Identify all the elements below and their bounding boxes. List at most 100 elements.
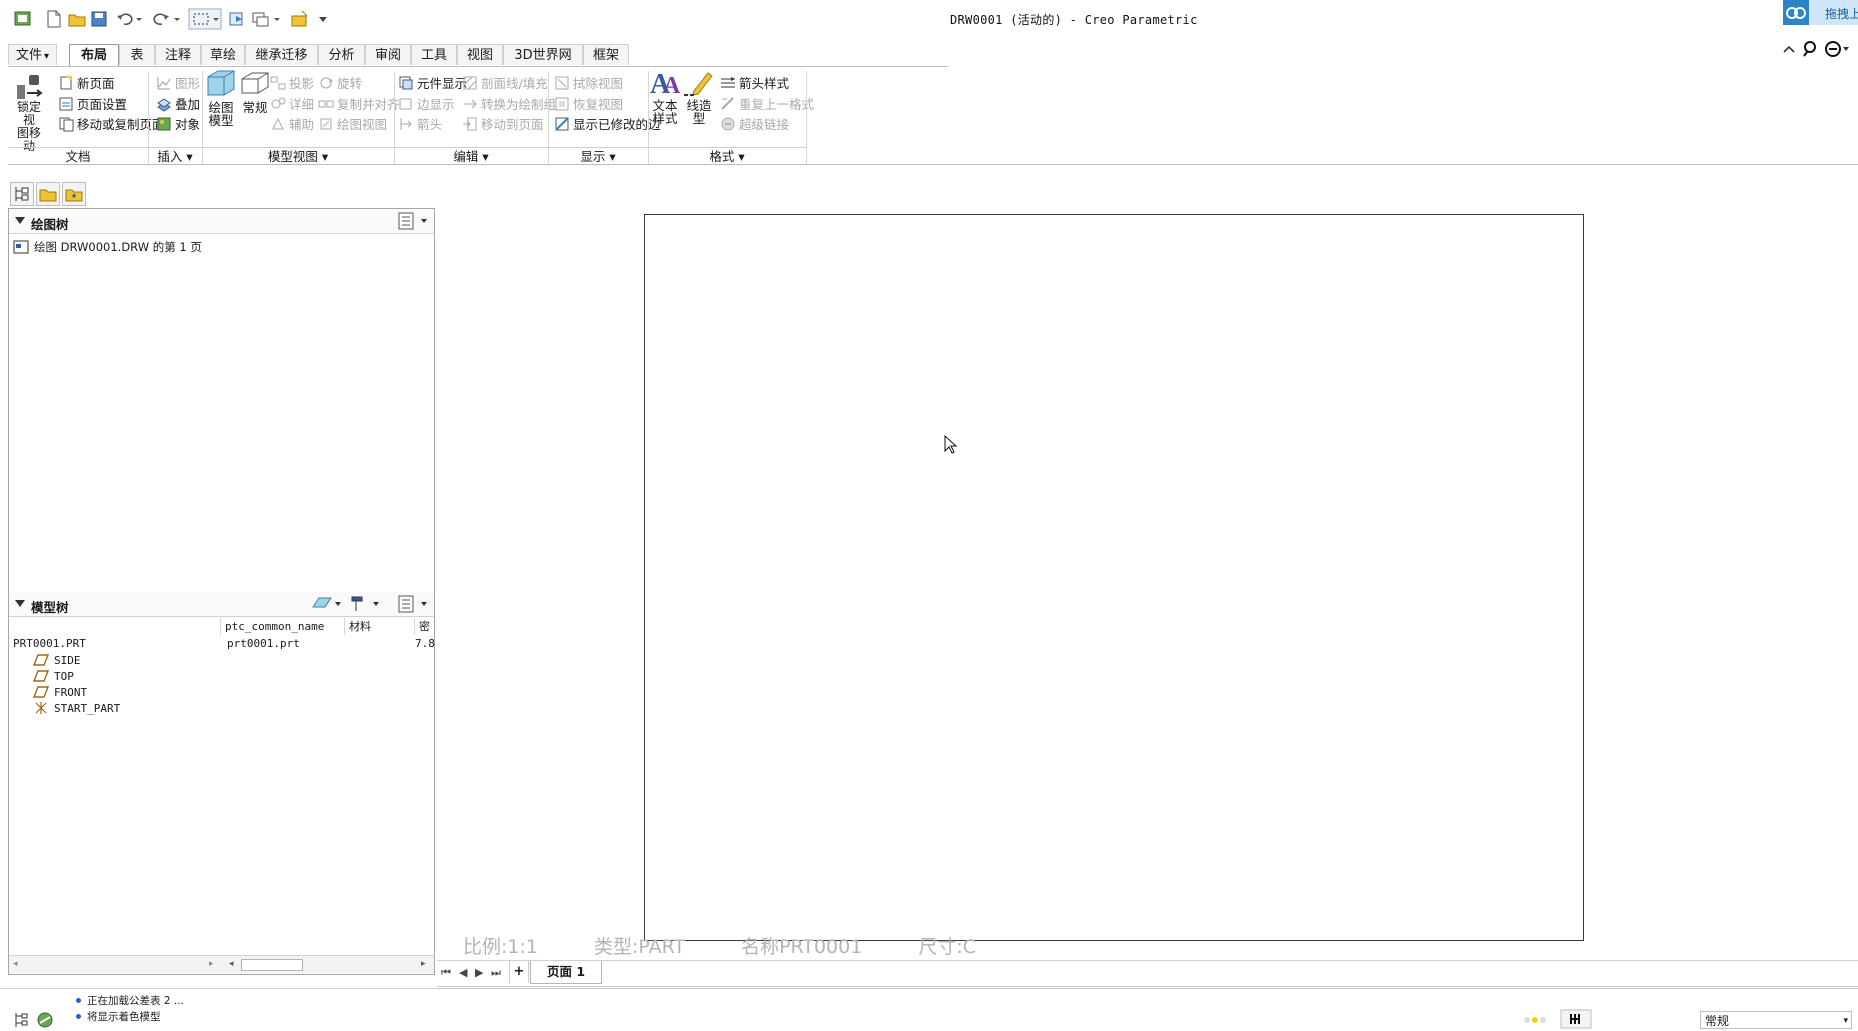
- add-page-button[interactable]: +: [509, 961, 529, 983]
- tab-annotate[interactable]: 注释: [155, 44, 201, 65]
- tab-favorites[interactable]: [62, 182, 86, 206]
- drawing-tree-item[interactable]: 绘图 DRW0001.DRW 的第 1 页: [13, 239, 202, 255]
- selection-filter-dropdown[interactable]: 常规 ▾: [1700, 1011, 1852, 1029]
- tree-settings-icon[interactable]: [397, 595, 431, 613]
- scroll-right-icon[interactable]: ▸: [421, 959, 426, 969]
- search-icon[interactable]: [1802, 40, 1820, 58]
- erase-view-button[interactable]: 拭除视图: [554, 73, 623, 92]
- text-style-button[interactable]: AA 文本 样式: [648, 67, 682, 125]
- collapse-caret-icon[interactable]: [15, 217, 25, 224]
- tree-columns-tool-icon[interactable]: [349, 595, 383, 613]
- new-file-icon[interactable]: [42, 8, 64, 30]
- drawing-model-button[interactable]: 绘图 模型: [204, 67, 238, 127]
- move-copy-page-icon: [58, 116, 74, 132]
- customize-toolbar-icon[interactable]: [316, 8, 330, 30]
- model-tree-root-row[interactable]: PRT0001.PRT prt0001.prt 7.8: [13, 637, 435, 652]
- find-icon[interactable]: [1560, 1009, 1592, 1029]
- arrow-button[interactable]: 箭头: [398, 114, 442, 133]
- chevron-down-icon[interactable]: ▾: [1843, 1012, 1848, 1030]
- line-style-button[interactable]: 线造 型: [682, 67, 716, 125]
- restore-view-button[interactable]: 恢复视图: [554, 94, 623, 113]
- tab-legacy-migration[interactable]: 继承迁移: [245, 44, 318, 65]
- column-header-density[interactable]: 密: [415, 618, 434, 635]
- tab-sketch[interactable]: 草绘: [201, 44, 245, 65]
- convert-drawing-group-button[interactable]: 转换为绘制组: [462, 94, 556, 113]
- scroll-thumb[interactable]: [241, 959, 303, 971]
- drawing-view-button[interactable]: 绘图视图: [318, 114, 387, 133]
- redo-icon[interactable]: [150, 8, 172, 30]
- general-view-button[interactable]: 常规: [238, 67, 272, 114]
- windows-dropdown-icon[interactable]: [272, 8, 282, 30]
- repeat-last-format-button[interactable]: 重复上一格式: [720, 94, 814, 113]
- tab-3d-world[interactable]: 3D世界网: [503, 44, 583, 65]
- show-filter-icon[interactable]: [311, 595, 345, 613]
- tree-settings-icon[interactable]: [397, 212, 431, 230]
- select-box-icon[interactable]: [188, 8, 222, 30]
- page-tab-1[interactable]: 页面 1: [530, 961, 602, 984]
- tab-file[interactable]: 文件 ▾: [8, 44, 57, 65]
- section-fill-button[interactable]: 剖面线/填充: [462, 73, 548, 92]
- graphic-button[interactable]: 图形: [156, 73, 200, 92]
- tab-tools[interactable]: 工具: [411, 44, 457, 65]
- next-page-icon[interactable]: ▶: [475, 966, 483, 979]
- previous-page-icon[interactable]: ◀: [459, 966, 467, 979]
- help-icon[interactable]: [1824, 40, 1850, 58]
- model-tree-item-front[interactable]: FRONT: [33, 685, 87, 699]
- browser-toggle-icon[interactable]: [36, 1011, 54, 1029]
- open-folder-icon[interactable]: [66, 8, 88, 30]
- sheet-model-type: 类型:PART: [593, 936, 686, 958]
- undo-dropdown-icon[interactable]: [134, 8, 144, 30]
- tab-review[interactable]: 审阅: [365, 44, 411, 65]
- tab-view[interactable]: 视图: [457, 44, 503, 65]
- cloud-sync-badge[interactable]: 拖拽上: [1783, 0, 1858, 25]
- undo-icon[interactable]: [114, 8, 136, 30]
- projection-view-button[interactable]: 投影: [270, 73, 314, 92]
- hyperlink-button[interactable]: 超级链接: [720, 114, 789, 133]
- navigator-toggle-icon[interactable]: [12, 1011, 30, 1029]
- move-to-page-button[interactable]: 移动到页面: [462, 114, 544, 133]
- page-setup-button[interactable]: 页面设置: [58, 94, 127, 113]
- arrow-icon: [398, 116, 414, 132]
- redo-dropdown-icon[interactable]: [172, 8, 182, 30]
- tab-layout[interactable]: 布局: [69, 44, 119, 67]
- model-tree-item-side[interactable]: SIDE: [33, 653, 81, 667]
- arrow-style-button[interactable]: 箭头样式: [720, 73, 789, 92]
- regenerate-icon[interactable]: [226, 8, 248, 30]
- model-tree-item-start-part[interactable]: START_PART: [33, 701, 120, 715]
- scroll-left-icon[interactable]: ◂: [13, 959, 18, 969]
- tab-analysis[interactable]: 分析: [318, 44, 365, 65]
- scroll-right-icon[interactable]: ▸: [209, 959, 214, 969]
- minimize-ribbon-icon[interactable]: [1782, 42, 1796, 56]
- overlay-button[interactable]: 叠加: [156, 94, 200, 113]
- last-page-icon[interactable]: ⏭: [491, 966, 501, 980]
- drawing-sheet[interactable]: [644, 214, 1584, 941]
- tab-table[interactable]: 表: [119, 44, 155, 65]
- first-page-icon[interactable]: ⏮: [441, 966, 451, 980]
- detail-view-button[interactable]: 详细: [270, 94, 314, 113]
- tab-folder-browser[interactable]: [36, 182, 60, 206]
- save-icon[interactable]: [88, 8, 110, 30]
- status-lights-icon[interactable]: [1522, 1013, 1552, 1027]
- new-page-button[interactable]: 新页面: [58, 73, 115, 92]
- collapse-caret-icon[interactable]: [15, 600, 25, 607]
- model-tree-horizontal-scrollbar[interactable]: ◂ ▸ ◂ ▸: [9, 955, 434, 973]
- model-tree-header[interactable]: 模型树: [9, 592, 434, 617]
- edge-display-button[interactable]: 边显示: [398, 94, 455, 113]
- tab-framework[interactable]: 框架: [583, 44, 629, 65]
- lock-view-move-button[interactable]: 锁定视 图移动: [12, 71, 46, 153]
- rotate-view-button[interactable]: 旋转: [318, 73, 362, 92]
- scroll-left-icon[interactable]: ◂: [229, 959, 234, 969]
- windows-icon[interactable]: [250, 8, 272, 30]
- show-modified-edges-button[interactable]: 显示已修改的边: [554, 114, 661, 133]
- copy-align-button[interactable]: 复制并对齐: [318, 94, 400, 113]
- component-display-button[interactable]: 元件显示: [398, 73, 467, 92]
- drawing-tree-header[interactable]: 绘图树: [9, 209, 434, 234]
- model-tree-item-top[interactable]: TOP: [33, 669, 74, 683]
- close-window-icon[interactable]: [288, 8, 310, 30]
- column-header-name[interactable]: [9, 618, 221, 635]
- tab-model-tree[interactable]: [10, 182, 34, 206]
- column-header-material[interactable]: 材料: [345, 618, 415, 635]
- column-header-common-name[interactable]: ptc_common_name: [221, 618, 345, 635]
- auxiliary-view-button[interactable]: 辅助: [270, 114, 314, 133]
- object-button[interactable]: 对象: [156, 114, 200, 133]
